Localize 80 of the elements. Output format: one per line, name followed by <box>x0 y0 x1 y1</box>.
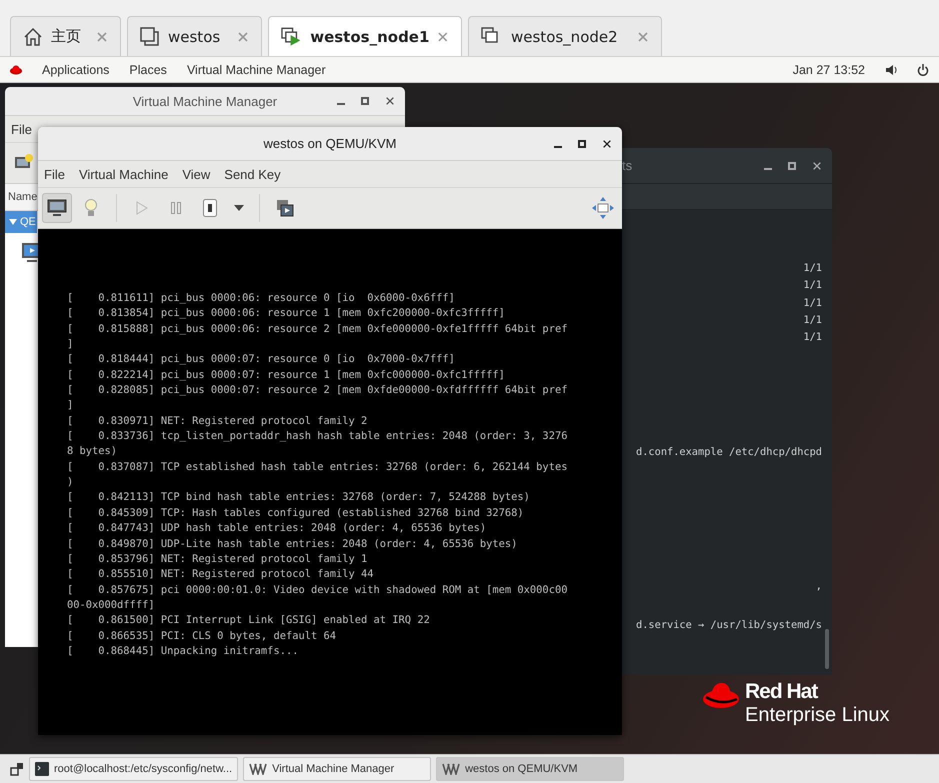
clock[interactable]: Jan 27 13:52 <box>792 62 865 76</box>
console-line: [ 0.837087] TCP established hash table entries: 32768 (order: 6, 262144 bytes <box>67 460 568 475</box>
console-line: [ 0.833736] tcp_listen_portaddr_hash hash table entries: 2048 (order: 3, 3276 <box>67 429 568 444</box>
console-line: [ 0.813854] pci_bus 0000:06: resource 1 [mem 0xfc200000-0xfc3fffff] <box>67 306 506 322</box>
console-line: 8 bytes) <box>67 444 118 460</box>
home-icon <box>23 26 43 46</box>
taskbar-button[interactable]: westos on QEMU/KVM <box>436 757 624 781</box>
taskbar-button[interactable]: Virtual Machine Manager <box>243 757 432 781</box>
console-line: [ 0.822214] pci_bus 0000:07: resource 1 [mem 0xfc000000-0xfc1fffff] <box>67 368 506 383</box>
top-bar-menu[interactable]: Places <box>129 62 167 76</box>
console-line: [ 0.830971] NET: Registered protocol family 2 <box>67 414 368 429</box>
close-icon[interactable] <box>602 138 612 148</box>
console-line: [ 0.857675] pci 0000:00:01.0: Video device with shadowed ROM at [mem 0x000c00 <box>67 582 568 598</box>
terminal-line: 1/1 <box>803 261 822 276</box>
console-line: [ 0.847743] UDP hash table entries: 2048 (order: 4, 65536 bytes) <box>67 521 488 536</box>
window-title: ts <box>622 158 632 173</box>
play-icon <box>136 201 148 215</box>
console-line: ] <box>67 337 74 352</box>
browser-tab[interactable]: westos <box>127 16 262 56</box>
browser-tab[interactable]: 主页 <box>10 16 121 56</box>
console-line: [ 0.842113] TCP bind hash table entries: 32768 (order: 7, 524288 bytes) <box>67 490 531 506</box>
console-line: [ 0.861500] PCI Interrupt Link [GSIG] enabled at IRQ 22 <box>67 613 431 628</box>
lightbulb-icon <box>84 198 98 218</box>
terminal-line: 1/1 <box>803 278 822 294</box>
expanded-arrow-icon[interactable] <box>9 218 17 226</box>
console-line: [ 0.855510] NET: Registered protocol family 44 <box>67 567 375 582</box>
console-line: [ 0.818444] pci_bus 0000:07: resource 0 [io 0x7000-0x7fff] <box>67 352 456 368</box>
close-icon[interactable] <box>385 96 395 106</box>
browser-tab[interactable]: westos_node2 <box>468 16 662 56</box>
power-icon[interactable] <box>917 64 929 76</box>
window-title: Virtual Machine Manager <box>132 94 278 108</box>
console-line: [ 0.849870] UDP-Lite hash table entries: 2048 (order: 4, 65536 bytes) <box>67 536 518 552</box>
terminal-line: 1/1 <box>803 330 822 346</box>
menu-item[interactable]: File <box>44 166 65 182</box>
console-line: [ 0.811611] pci_bus 0000:06: resource 0 [io 0x6000-0x6fff] <box>67 291 456 306</box>
window-title: westos on QEMU/KVM <box>264 136 396 151</box>
dropdown-caret-icon <box>234 205 244 211</box>
console-line: ] <box>67 398 74 414</box>
maximize-icon[interactable] <box>578 140 586 148</box>
terminal-line: d.service → /usr/lib/systemd/s <box>636 618 822 634</box>
console-line: ) <box>67 475 74 490</box>
brand-name: Red Hat <box>745 680 819 704</box>
toolbar-button[interactable] <box>42 193 72 223</box>
console-line: [ 0.866535] PCI: CLS 0 bytes, default 64 <box>67 628 337 644</box>
console-line: [ 0.828085] pci_bus 0000:07: resource 2 [mem 0xfde00000-0xfdffffff 64bit pref <box>67 383 568 398</box>
close-icon[interactable] <box>812 160 822 170</box>
terminal-line: , <box>816 578 822 594</box>
browser-tab[interactable]: westos_node1 <box>268 16 462 56</box>
scrollbar-thumb <box>825 629 829 669</box>
console-line: 00-0x000dffff] <box>67 598 156 613</box>
snapshots-icon <box>276 199 294 217</box>
vm-manager-icon <box>442 763 460 775</box>
terminal-line: 1/1 <box>803 296 822 311</box>
menu-item[interactable]: Virtual Machine <box>78 166 168 182</box>
show-desktop-icon[interactable] <box>10 762 24 776</box>
terminal-icon <box>35 762 49 776</box>
volume-icon[interactable] <box>885 64 897 76</box>
menu-item[interactable]: File <box>11 122 32 136</box>
power-switch-icon <box>203 199 217 217</box>
terminal-line: 1/1 <box>803 312 822 328</box>
hat-logo-icon <box>703 680 739 710</box>
vm-running-icon <box>281 26 302 46</box>
console-line: [ 0.853796] NET: Registered protocol family 1 <box>67 552 368 567</box>
terminal-line: d.conf.example /etc/dhcp/dhcpd <box>636 445 822 460</box>
top-bar-menu[interactable]: Applications <box>42 62 110 76</box>
hat-icon <box>10 64 22 74</box>
pause-icon <box>171 202 181 214</box>
maximize-icon[interactable] <box>361 97 369 105</box>
vm-manager-icon <box>249 763 268 775</box>
menu-item[interactable]: Send Key <box>224 166 281 182</box>
monitor-icon <box>47 199 67 217</box>
console-line: [ 0.845309] TCP: Hash tables configured (established 32768 bind 32768) <box>67 506 525 521</box>
top-bar-menu[interactable]: Virtual Machine Manager <box>186 62 326 76</box>
product-name: Enterprise Linux <box>745 704 890 727</box>
taskbar-button[interactable]: root@localhost:/etc/sysconfig/netw... <box>29 757 238 781</box>
windows-icon <box>140 26 160 46</box>
console-line: [ 0.868445] Unpacking initramfs... <box>67 644 300 659</box>
maximize-icon[interactable] <box>788 162 796 170</box>
menu-item[interactable]: View <box>182 166 210 182</box>
console-line: [ 0.815888] pci_bus 0000:06: resource 2 [mem 0xfe000000-0xfe1fffff 64bit pref <box>67 322 568 337</box>
